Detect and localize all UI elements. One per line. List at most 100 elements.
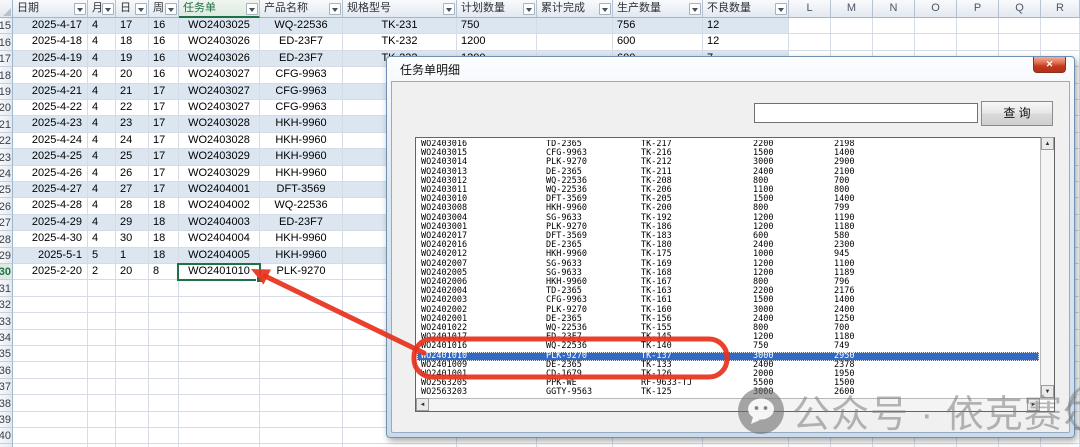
cell-month-row30[interactable]: 2 xyxy=(88,264,116,280)
column-header-letter-O[interactable]: O xyxy=(915,0,957,18)
row-header-31[interactable]: 31 xyxy=(0,280,13,296)
cell-N-row16[interactable] xyxy=(873,34,915,50)
cell-prod-row15[interactable]: 756 xyxy=(613,18,703,34)
list-item[interactable]: WO2402004TD-2365TK-16322002176 xyxy=(417,287,1039,296)
cell-empty-row35[interactable] xyxy=(179,346,260,362)
filter-button-cum[interactable] xyxy=(599,3,611,15)
cell-empty-row32[interactable] xyxy=(13,297,88,313)
cell-empty-row39[interactable] xyxy=(116,412,149,428)
list-item[interactable]: WO2401017ED-23F7TK-14512001180 xyxy=(417,333,1039,342)
filter-button-wo[interactable] xyxy=(246,3,258,15)
row-header-35[interactable]: 35 xyxy=(0,346,13,362)
cell-empty-row35[interactable] xyxy=(88,346,116,362)
list-item[interactable]: WO2403011WQ-22536TK-2061100800 xyxy=(417,186,1039,195)
cell-empty-row35[interactable] xyxy=(116,346,149,362)
cell-date-row26[interactable]: 2025-4-28 xyxy=(13,198,88,214)
list-item[interactable]: WO2401016WQ-22536TK-140750749 xyxy=(417,342,1039,351)
list-item[interactable]: WO2401001CD-1679TK-12620001950 xyxy=(417,370,1039,379)
cell-date-row15[interactable]: 2025-4-17 xyxy=(13,18,88,34)
cell-product-row25[interactable]: DFT-3569 xyxy=(260,182,343,198)
cell-P-row15[interactable] xyxy=(957,18,999,34)
cell-wo-row24[interactable]: WO2403029 xyxy=(179,166,260,182)
cell-date-row27[interactable]: 2025-4-29 xyxy=(13,215,88,231)
cell-day-row23[interactable]: 25 xyxy=(116,149,149,165)
cell-empty-row31[interactable] xyxy=(116,280,149,296)
row-header-16[interactable]: 16 xyxy=(0,34,13,50)
cell-wo-row21[interactable]: WO2403028 xyxy=(179,116,260,132)
cell-empty-row39[interactable] xyxy=(88,412,116,428)
cell-product-row21[interactable]: HKH-9960 xyxy=(260,116,343,132)
cell-empty-row38[interactable] xyxy=(116,395,149,411)
filter-button-spec[interactable] xyxy=(443,3,455,15)
column-header-spec[interactable]: 规格型号 xyxy=(343,0,457,18)
cell-empty-row34[interactable] xyxy=(88,330,116,346)
cell-wo-row28[interactable]: WO2404004 xyxy=(179,231,260,247)
cell-empty-row37[interactable] xyxy=(116,379,149,395)
cell-empty-row40[interactable] xyxy=(116,428,149,444)
cell-week-row22[interactable]: 17 xyxy=(149,133,179,149)
cell-empty-row36[interactable] xyxy=(116,362,149,378)
cell-O-row15[interactable] xyxy=(915,18,957,34)
row-header-34[interactable]: 34 xyxy=(0,330,13,346)
row-header-19[interactable]: 19 xyxy=(0,84,13,100)
list-item[interactable]: WO2403015CFG-9963TK-21615001400 xyxy=(417,149,1039,158)
cell-product-row16[interactable]: ED-23F7 xyxy=(260,34,343,50)
cell-wo-row26[interactable]: WO2404002 xyxy=(179,198,260,214)
row-header-23[interactable]: 23 xyxy=(0,149,13,165)
cell-product-row20[interactable]: CFG-9963 xyxy=(260,100,343,116)
cell-empty-row37[interactable] xyxy=(88,379,116,395)
list-item[interactable]: WO2402002PLK-9270TK-16030002400 xyxy=(417,306,1039,315)
list-item[interactable]: WO2403016TD-2365TK-21722002198 xyxy=(417,140,1039,149)
cell-defect-row15[interactable]: 12 xyxy=(703,18,789,34)
cell-product-row19[interactable]: CFG-9963 xyxy=(260,84,343,100)
cell-empty-row38[interactable] xyxy=(13,395,88,411)
cell-day-row17[interactable]: 19 xyxy=(116,51,149,67)
cell-wo-row15[interactable]: WO2403025 xyxy=(179,18,260,34)
cell-wo-row20[interactable]: WO2403027 xyxy=(179,100,260,116)
cell-month-row29[interactable]: 5 xyxy=(88,248,116,264)
listbox-horizontal-scrollbar[interactable]: ◄ ► xyxy=(416,398,1040,411)
cell-P-row16[interactable] xyxy=(957,34,999,50)
cell-week-row28[interactable]: 18 xyxy=(149,231,179,247)
cell-empty-row40[interactable] xyxy=(260,428,343,444)
row-header-22[interactable]: 22 xyxy=(0,133,13,149)
cell-wo-row22[interactable]: WO2403028 xyxy=(179,133,260,149)
cell-empty-row40[interactable] xyxy=(149,428,179,444)
cell-empty-row39[interactable] xyxy=(260,412,343,428)
cell-L-row15[interactable] xyxy=(789,18,831,34)
list-item[interactable]: WO2402016DE-2365TK-18024002300 xyxy=(417,241,1039,250)
row-header-29[interactable]: 29 xyxy=(0,248,13,264)
cell-empty-row32[interactable] xyxy=(116,297,149,313)
cell-product-row23[interactable]: HKH-9960 xyxy=(260,149,343,165)
cell-day-row28[interactable]: 30 xyxy=(116,231,149,247)
row-header-30[interactable]: 30 xyxy=(0,264,13,280)
search-input[interactable] xyxy=(754,103,978,123)
cell-date-row25[interactable]: 2025-4-27 xyxy=(13,182,88,198)
cell-empty-row36[interactable] xyxy=(88,362,116,378)
filter-button-prod[interactable] xyxy=(689,3,701,15)
cell-day-row26[interactable]: 28 xyxy=(116,198,149,214)
cell-empty-row31[interactable] xyxy=(179,280,260,296)
cell-cum-row16[interactable] xyxy=(537,34,613,50)
cell-day-row25[interactable]: 27 xyxy=(116,182,149,198)
filter-button-defect[interactable] xyxy=(775,3,787,15)
row-header-24[interactable]: 24 xyxy=(0,166,13,182)
cell-prod-row16[interactable]: 600 xyxy=(613,34,703,50)
column-header-letter-R[interactable]: R xyxy=(1041,0,1080,18)
cell-empty-row31[interactable] xyxy=(13,280,88,296)
list-item[interactable]: WO2403014PLK-9270TK-21230002900 xyxy=(417,158,1039,167)
cell-month-row21[interactable]: 4 xyxy=(88,116,116,132)
column-header-letter-L[interactable]: L xyxy=(789,0,831,18)
cell-date-row19[interactable]: 2025-4-21 xyxy=(13,84,88,100)
filter-button-week[interactable] xyxy=(165,3,177,15)
cell-week-row29[interactable]: 18 xyxy=(149,248,179,264)
cell-empty-row38[interactable] xyxy=(88,395,116,411)
cell-wo-row29[interactable]: WO2404005 xyxy=(179,248,260,264)
cell-week-row26[interactable]: 18 xyxy=(149,198,179,214)
cell-date-row24[interactable]: 2025-4-26 xyxy=(13,166,88,182)
cell-empty-row35[interactable] xyxy=(260,346,343,362)
scroll-up-icon[interactable]: ▲ xyxy=(1041,137,1054,150)
cell-N-row15[interactable] xyxy=(873,18,915,34)
cell-day-row29[interactable]: 1 xyxy=(116,248,149,264)
cell-empty-row35[interactable] xyxy=(13,346,88,362)
